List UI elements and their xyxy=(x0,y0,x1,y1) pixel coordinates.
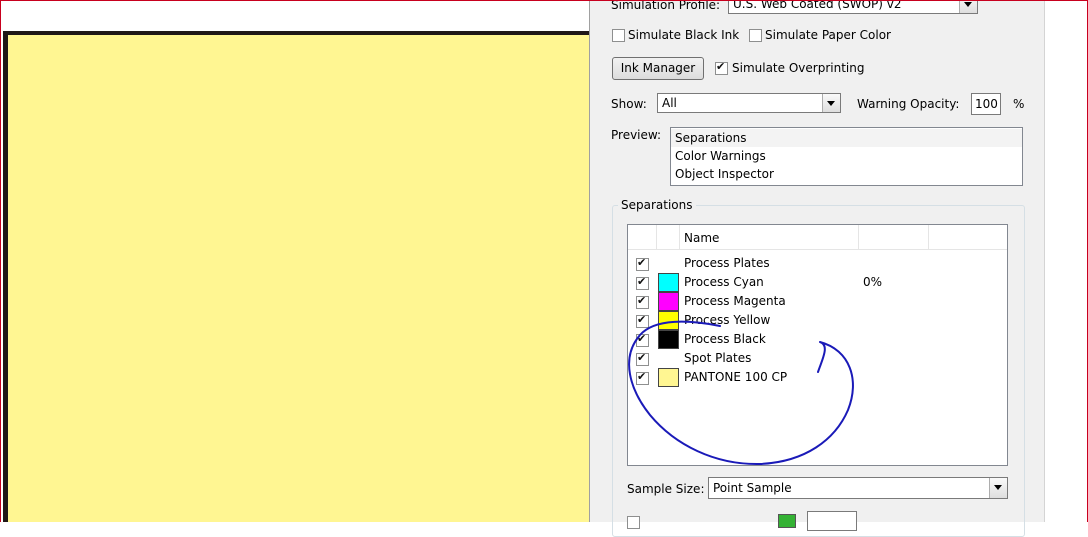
separation-visibility-checkbox[interactable] xyxy=(636,294,649,309)
simulate-overprinting-label: Simulate Overprinting xyxy=(732,61,865,75)
separation-name: Process Magenta xyxy=(684,294,786,308)
show-value: All xyxy=(662,96,677,110)
separation-color-swatch xyxy=(658,292,679,311)
preview-item-object-inspector[interactable]: Object Inspector xyxy=(671,165,1022,183)
separation-visibility-checkbox[interactable] xyxy=(636,351,649,366)
output-preview-panel: Simulation Profile: U.S. Web Coated (SWO… xyxy=(589,0,1045,537)
sample-size-value: Point Sample xyxy=(713,481,792,495)
header-col-value[interactable] xyxy=(858,225,929,249)
separation-color-swatch xyxy=(658,330,679,349)
chevron-down-icon[interactable] xyxy=(822,94,840,112)
document-canvas xyxy=(3,31,589,522)
separation-coverage-value: 0% xyxy=(863,275,883,289)
separation-color-swatch xyxy=(658,273,679,292)
simulate-black-ink-checkbox[interactable] xyxy=(612,29,625,42)
separations-group-title: Separations xyxy=(618,198,696,212)
header-col-name[interactable]: Name xyxy=(679,225,859,249)
preview-listbox[interactable]: Separations Color Warnings Object Inspec… xyxy=(670,127,1023,186)
coverage-value-input[interactable] xyxy=(807,511,857,531)
total-area-coverage-checkbox[interactable] xyxy=(627,516,640,529)
document-top-area xyxy=(1,1,589,31)
preview-label: Preview: xyxy=(611,128,662,142)
simulate-overprinting-checkbox[interactable] xyxy=(715,60,728,75)
separation-name: Process Cyan xyxy=(684,275,764,289)
simulation-profile-label: Simulation Profile: xyxy=(611,0,721,12)
sample-size-label: Sample Size: xyxy=(627,482,705,496)
separation-visibility-checkbox[interactable] xyxy=(636,332,649,347)
separation-row[interactable]: Process Cyan 0% xyxy=(628,273,1007,292)
show-select[interactable]: All xyxy=(657,93,841,113)
separation-name: PANTONE 100 CP xyxy=(684,370,788,384)
separation-color-swatch xyxy=(658,368,679,387)
header-name-label: Name xyxy=(684,231,720,245)
separation-row[interactable]: Process Black xyxy=(628,330,1007,349)
simulate-black-ink-label: Simulate Black Ink xyxy=(628,28,740,42)
separation-row[interactable]: Process Yellow xyxy=(628,311,1007,330)
separation-row[interactable]: PANTONE 100 CP xyxy=(628,368,1007,387)
ink-manager-button[interactable]: Ink Manager xyxy=(612,57,704,80)
separation-name: Process Plates xyxy=(684,256,770,270)
right-margin-area xyxy=(1044,0,1088,522)
warning-opacity-input[interactable]: 100 xyxy=(971,93,1001,115)
chevron-down-icon[interactable] xyxy=(959,0,977,13)
separation-visibility-checkbox[interactable] xyxy=(636,256,649,271)
separation-row[interactable]: Process Plates xyxy=(628,254,1007,273)
preview-item-color-warnings[interactable]: Color Warnings xyxy=(671,147,1022,165)
simulate-paper-color-label: Simulate Paper Color xyxy=(765,28,891,42)
separation-visibility-checkbox[interactable] xyxy=(636,275,649,290)
warning-opacity-label: Warning Opacity: xyxy=(857,97,960,111)
simulation-profile-value: U.S. Web Coated (SWOP) v2 xyxy=(733,0,902,11)
separation-visibility-checkbox[interactable] xyxy=(636,370,649,385)
preview-item-separations[interactable]: Separations xyxy=(671,129,1022,147)
separation-visibility-checkbox[interactable] xyxy=(636,313,649,328)
separation-name: Process Black xyxy=(684,332,766,346)
coverage-color-swatch[interactable] xyxy=(778,514,796,528)
simulate-paper-color-checkbox[interactable] xyxy=(749,29,762,42)
chevron-down-icon[interactable] xyxy=(989,478,1007,498)
simulation-profile-select[interactable]: U.S. Web Coated (SWOP) v2 xyxy=(728,0,978,14)
separation-color-swatch xyxy=(658,311,679,330)
show-label: Show: xyxy=(611,97,647,111)
header-col-check xyxy=(628,225,657,249)
separation-row[interactable]: Process Magenta xyxy=(628,292,1007,311)
separations-table: Name Process PlatesProcess Cyan0%Process… xyxy=(627,224,1008,466)
separations-table-header: Name xyxy=(628,225,1007,250)
warning-opacity-value: 100 xyxy=(975,97,998,111)
sample-size-select[interactable]: Point Sample xyxy=(708,477,1008,499)
warning-opacity-unit: % xyxy=(1013,97,1025,111)
header-col-swatch xyxy=(656,225,680,249)
separation-name: Spot Plates xyxy=(684,351,752,365)
separation-row[interactable]: Spot Plates xyxy=(628,349,1007,368)
separation-name: Process Yellow xyxy=(684,313,771,327)
